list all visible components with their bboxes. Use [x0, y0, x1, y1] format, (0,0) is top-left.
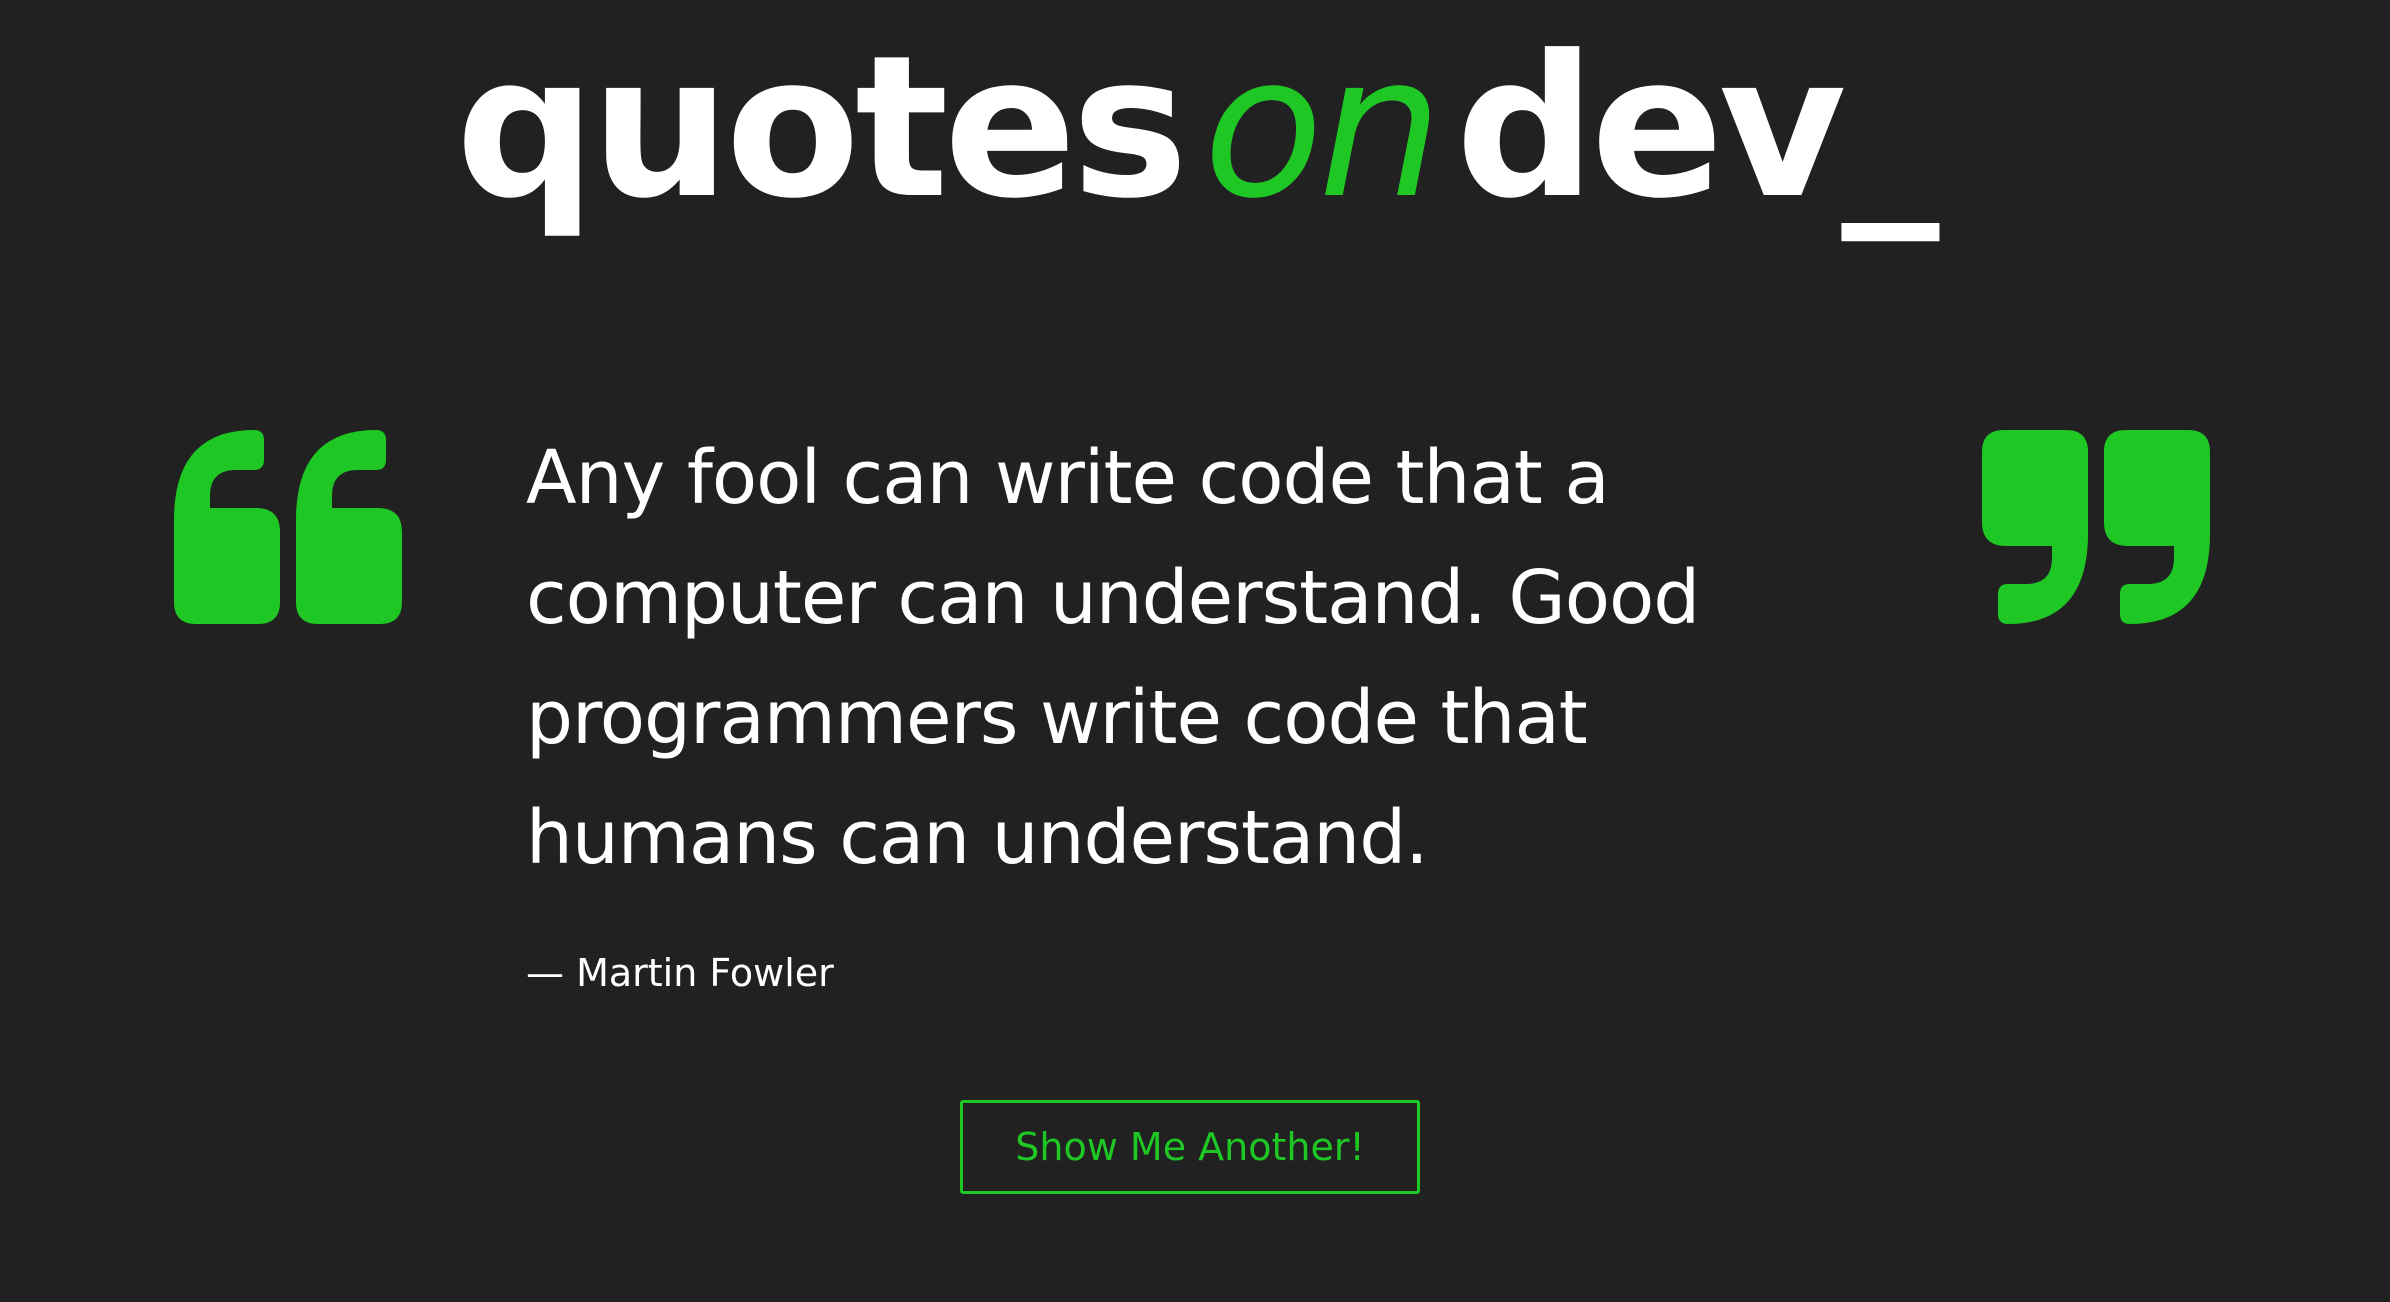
site-logo: quotes ondev_	[0, 30, 2390, 226]
quote-text: Any fool can write code that a computer …	[526, 435, 1700, 881]
quote-attribution: — Martin Fowler	[526, 951, 834, 995]
logo-word-quotes: quotes	[455, 14, 1189, 242]
close-quote-icon	[1982, 430, 2210, 624]
show-another-button[interactable]: Show Me Another!	[960, 1100, 1420, 1194]
logo-word-on: on	[1203, 14, 1442, 242]
open-quote-icon	[174, 430, 402, 624]
logo-word-dev: dev_	[1455, 14, 1939, 242]
